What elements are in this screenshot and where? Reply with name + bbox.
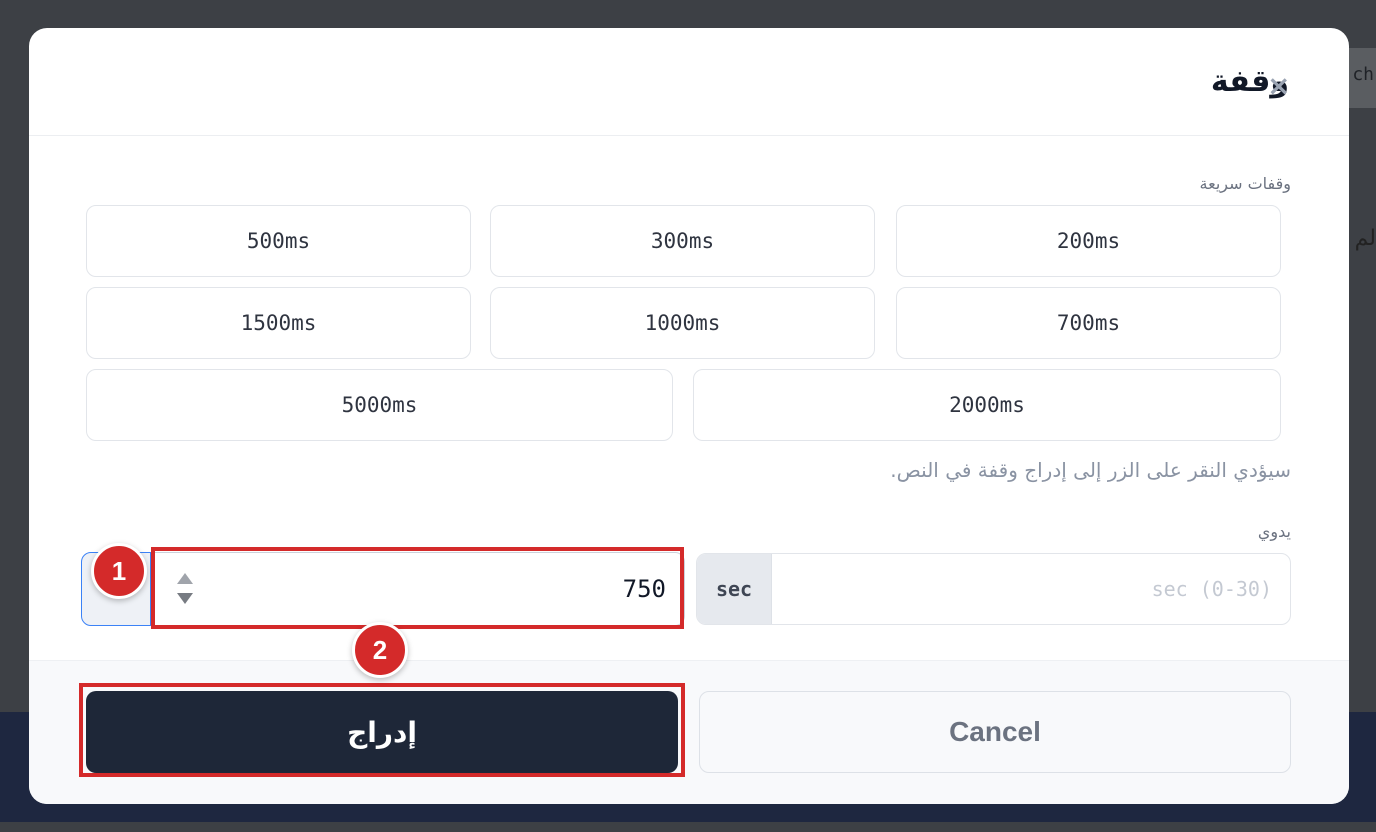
close-icon[interactable]: × [1267,72,1291,100]
pause-dialog: وقفة × وقفات سريعة 200ms 300ms 500ms 700… [29,28,1349,804]
quick-pauses-label: وقفات سريعة [1199,174,1291,193]
preset-1500ms-button[interactable]: 1500ms [86,287,471,359]
annotation-badge-1: 1 [91,543,147,599]
preset-1000ms-button[interactable]: 1000ms [490,287,875,359]
dialog-header: وقفة × [29,28,1349,136]
preset-200ms-button[interactable]: 200ms [896,205,1281,277]
preset-300ms-button[interactable]: 300ms [490,205,875,277]
annotation-badge-2: 2 [352,622,408,678]
annotation-box-insert [79,683,685,777]
hint-text: سيؤدي النقر على الزر إلى إدراج وقفة في ا… [890,458,1291,482]
seconds-input[interactable] [772,554,1290,624]
cancel-button[interactable]: Cancel [699,691,1291,773]
manual-label: يدوي [1257,522,1291,541]
seconds-unit-label: sec [697,554,772,624]
preset-2000ms-button[interactable]: 2000ms [693,369,1281,441]
background-search-text: ch [1352,64,1374,85]
background-text: لم [1354,226,1376,251]
seconds-input-group: sec [696,553,1291,625]
annotation-box-ms-input [151,547,684,629]
preset-5000ms-button[interactable]: 5000ms [86,369,673,441]
preset-700ms-button[interactable]: 700ms [896,287,1281,359]
preset-500ms-button[interactable]: 500ms [86,205,471,277]
